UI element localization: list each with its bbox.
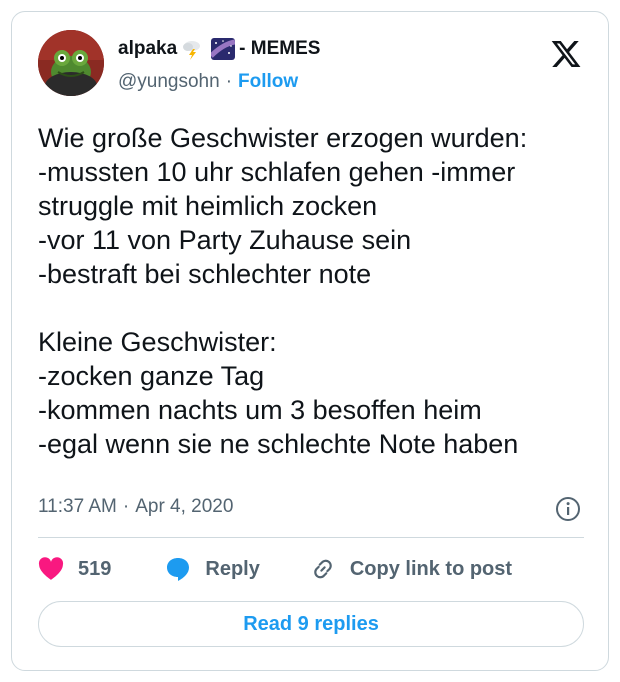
reply-label: Reply [205, 557, 260, 580]
handle-separator: · [225, 71, 233, 92]
read-replies-label: Read 9 replies [243, 612, 379, 635]
info-icon[interactable] [555, 496, 581, 522]
copy-link-label: Copy link to post [349, 557, 513, 580]
tweet-text: Wie große Geschwister erzogen wurden: -m… [38, 123, 528, 459]
copy-link-button[interactable]: Copy link to post [296, 556, 512, 582]
author-handle[interactable]: @yungsohn [118, 71, 220, 93]
read-replies-button[interactable]: Read 9 replies [38, 601, 584, 647]
author-handle-row: @yungsohn · Follow [118, 71, 298, 93]
heart-icon [38, 557, 64, 581]
avatar[interactable] [38, 30, 104, 96]
tweet-card: alpaka - MEMES @yungsohn · Follow Wie gr… [11, 11, 609, 671]
reply-bubble-icon [165, 556, 191, 582]
timestamp-separator: · [122, 496, 130, 517]
reply-button[interactable]: Reply [151, 556, 260, 582]
link-icon [310, 556, 336, 582]
author-name-row[interactable]: alpaka - MEMES [118, 38, 320, 60]
divider [38, 537, 584, 538]
cloud-lightning-icon [181, 38, 203, 60]
x-logo-icon[interactable] [550, 38, 582, 70]
tweet-timestamp[interactable]: 11:37 AM · Apr 4, 2020 [38, 496, 233, 518]
action-bar: 519 Reply Copy link to post [38, 555, 512, 583]
tweet-time[interactable]: 11:37 AM [38, 496, 117, 518]
tweet-date[interactable]: Apr 4, 2020 [135, 496, 233, 518]
author-name-suffix: - MEMES [239, 38, 321, 59]
milky-way-icon [211, 38, 236, 60]
follow-button[interactable]: Follow [238, 71, 298, 93]
like-count: 519 [78, 557, 112, 580]
like-button[interactable]: 519 [38, 557, 111, 581]
author-display-name[interactable]: alpaka [118, 38, 177, 60]
